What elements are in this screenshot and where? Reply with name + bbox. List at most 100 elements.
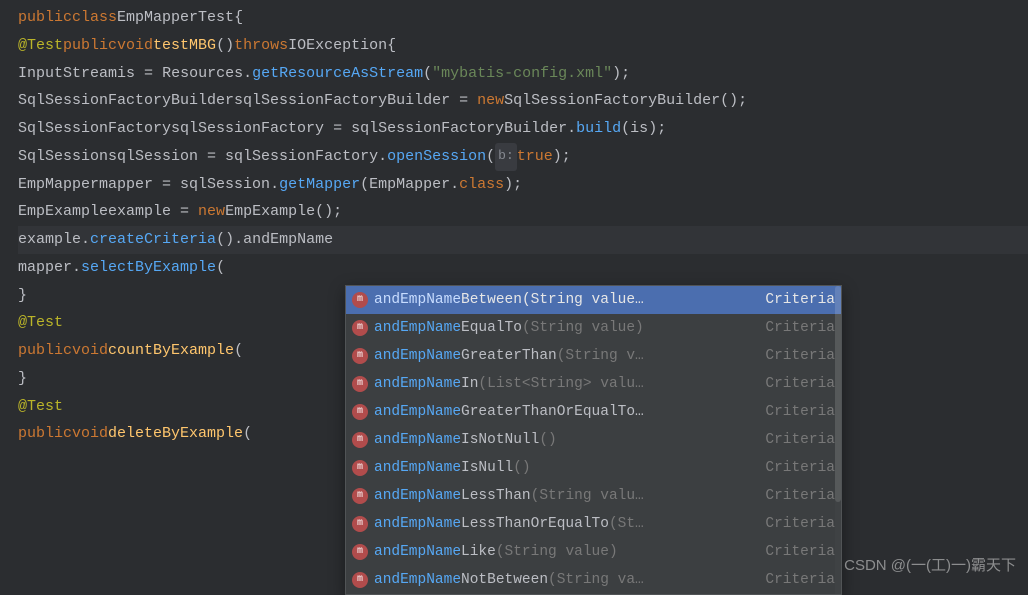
method-icon: m bbox=[352, 292, 368, 308]
paren: () bbox=[216, 32, 234, 60]
method-call: getResourceAsStream bbox=[252, 60, 423, 88]
completion-match: andEmpName bbox=[374, 567, 461, 594]
method-name: deleteByExample bbox=[108, 420, 243, 448]
method-icon: m bbox=[352, 460, 368, 476]
completion-match: andEmpName bbox=[374, 539, 461, 566]
code-line: mapper.selectByExample( bbox=[18, 254, 1028, 282]
completion-match: andEmpName bbox=[374, 511, 461, 538]
completion-params: (St… bbox=[609, 511, 644, 538]
annotation: @Test bbox=[18, 32, 63, 60]
method-icon: m bbox=[352, 404, 368, 420]
completion-params: (String v… bbox=[557, 343, 644, 370]
keyword: new bbox=[477, 87, 504, 115]
type: EmpExample bbox=[18, 198, 108, 226]
completion-item[interactable]: mandEmpNameLessThan(String valu…Criteria bbox=[346, 482, 841, 510]
object-ref: sqlSession bbox=[180, 171, 270, 199]
brace: { bbox=[387, 32, 396, 60]
completion-suffix: IsNull bbox=[461, 455, 513, 482]
class-ref: Resources bbox=[162, 60, 243, 88]
completion-item[interactable]: mandEmpNameLessThanOrEqualTo(St…Criteria bbox=[346, 510, 841, 538]
completion-params: (String valu… bbox=[531, 483, 644, 510]
completion-params: (String value) bbox=[496, 539, 618, 566]
method-name: countByExample bbox=[108, 337, 234, 365]
annotation: @Test bbox=[18, 393, 63, 421]
completion-suffix: In bbox=[461, 371, 478, 398]
string-literal: "mybatis-config.xml" bbox=[432, 60, 612, 88]
code-line: @Test public void testMBG() throws IOExc… bbox=[18, 32, 1028, 60]
completion-return-type: Criteria bbox=[753, 511, 835, 538]
completion-match: andEmpName bbox=[374, 287, 461, 314]
completion-match: andEmpName bbox=[374, 371, 461, 398]
method-icon: m bbox=[352, 488, 368, 504]
completion-item[interactable]: mandEmpNameIsNotNull()Criteria bbox=[346, 426, 841, 454]
method-call: build bbox=[576, 115, 621, 143]
completion-suffix: GreaterThanOrEqualTo… bbox=[461, 399, 644, 426]
completion-return-type: Criteria bbox=[753, 539, 835, 566]
completion-item[interactable]: m andEmpNameIsNull() Criteria bbox=[346, 454, 841, 482]
completion-suffix: IsNotNull bbox=[461, 427, 539, 454]
completion-item[interactable]: m andEmpNameBetween(String value… Criteria bbox=[346, 286, 841, 314]
method-call: getMapper bbox=[279, 171, 360, 199]
completion-return-type: Criteria bbox=[753, 399, 835, 426]
object-ref: example bbox=[18, 226, 81, 254]
completion-match: andEmpName bbox=[374, 343, 461, 370]
completion-match: andEmpName bbox=[374, 483, 461, 510]
completion-params: () bbox=[539, 427, 556, 454]
completion-suffix: LessThanOrEqualTo bbox=[461, 511, 609, 538]
completion-return-type: Criteria bbox=[753, 287, 835, 314]
completion-return-type: Criteria bbox=[753, 455, 835, 482]
completion-suffix: Like bbox=[461, 539, 496, 566]
keyword: public bbox=[63, 32, 117, 60]
completion-item[interactable]: mandEmpNameEqualTo(String value)Criteria bbox=[346, 314, 841, 342]
code-line: SqlSession sqlSession = sqlSessionFactor… bbox=[18, 143, 1028, 171]
method-icon: m bbox=[352, 376, 368, 392]
completion-item[interactable]: mandEmpNameGreaterThanOrEqualTo…Criteria bbox=[346, 398, 841, 426]
completion-popup[interactable]: mandEmpNameBetween(String value…Criteria… bbox=[345, 285, 842, 595]
completion-match: andEmpName bbox=[374, 455, 461, 482]
type: EmpMapper bbox=[18, 171, 99, 199]
method-name: testMBG bbox=[153, 32, 216, 60]
brace: { bbox=[234, 4, 243, 32]
completion-match: andEmpName bbox=[374, 315, 461, 342]
code-line-active: example.createCriteria().andEmpName bbox=[18, 226, 1028, 254]
completion-params: (String value… bbox=[522, 287, 644, 314]
scrollbar-thumb[interactable] bbox=[835, 286, 841, 502]
completion-params: (String va… bbox=[548, 567, 644, 594]
popup-scrollbar[interactable] bbox=[835, 286, 841, 594]
method-icon: m bbox=[352, 348, 368, 364]
boolean-literal: true bbox=[517, 143, 553, 171]
code-line: SqlSessionFactory sqlSessionFactory = sq… bbox=[18, 115, 1028, 143]
keyword: void bbox=[117, 32, 153, 60]
completion-return-type: Criteria bbox=[753, 427, 835, 454]
variable: mapper bbox=[99, 171, 153, 199]
completion-item[interactable]: mandEmpNameLike(String value)Criteria bbox=[346, 538, 841, 566]
method-icon: m bbox=[352, 572, 368, 588]
type: SqlSession bbox=[18, 143, 108, 171]
completion-return-type: Criteria bbox=[753, 483, 835, 510]
class-name: EmpMapperTest bbox=[117, 4, 234, 32]
method-call: openSession bbox=[387, 143, 486, 171]
code-line: EmpMapper mapper = sqlSession.getMapper(… bbox=[18, 171, 1028, 199]
completion-params: (List<String> valu… bbox=[478, 371, 643, 398]
keyword: throws bbox=[234, 32, 288, 60]
completion-item[interactable]: mandEmpNameIn(List<String> valu…Criteria bbox=[346, 370, 841, 398]
variable: sqlSession bbox=[108, 143, 198, 171]
brace: } bbox=[18, 365, 27, 393]
code-line: InputStream is = Resources.getResourceAs… bbox=[18, 60, 1028, 88]
completion-item[interactable]: mandEmpNameGreaterThan(String v…Criteria bbox=[346, 342, 841, 370]
method-icon: m bbox=[352, 432, 368, 448]
completion-suffix: Between bbox=[461, 287, 522, 314]
variable: sqlSessionFactoryBuilder bbox=[234, 87, 450, 115]
watermark-text: CSDN @(一(工)一)霸天下 bbox=[844, 552, 1016, 580]
code-line: EmpExample example = new EmpExample(); bbox=[18, 198, 1028, 226]
keyword: public bbox=[18, 420, 72, 448]
type: SqlSessionFactory bbox=[18, 115, 171, 143]
class-ref: SqlSessionFactoryBuilder bbox=[504, 87, 720, 115]
completion-params: () bbox=[513, 455, 530, 482]
code-line: SqlSessionFactoryBuilder sqlSessionFacto… bbox=[18, 87, 1028, 115]
keyword: new bbox=[198, 198, 225, 226]
method-call: createCriteria bbox=[90, 226, 216, 254]
keyword: public bbox=[18, 4, 72, 32]
method-icon: m bbox=[352, 320, 368, 336]
completion-return-type: Criteria bbox=[753, 567, 835, 594]
